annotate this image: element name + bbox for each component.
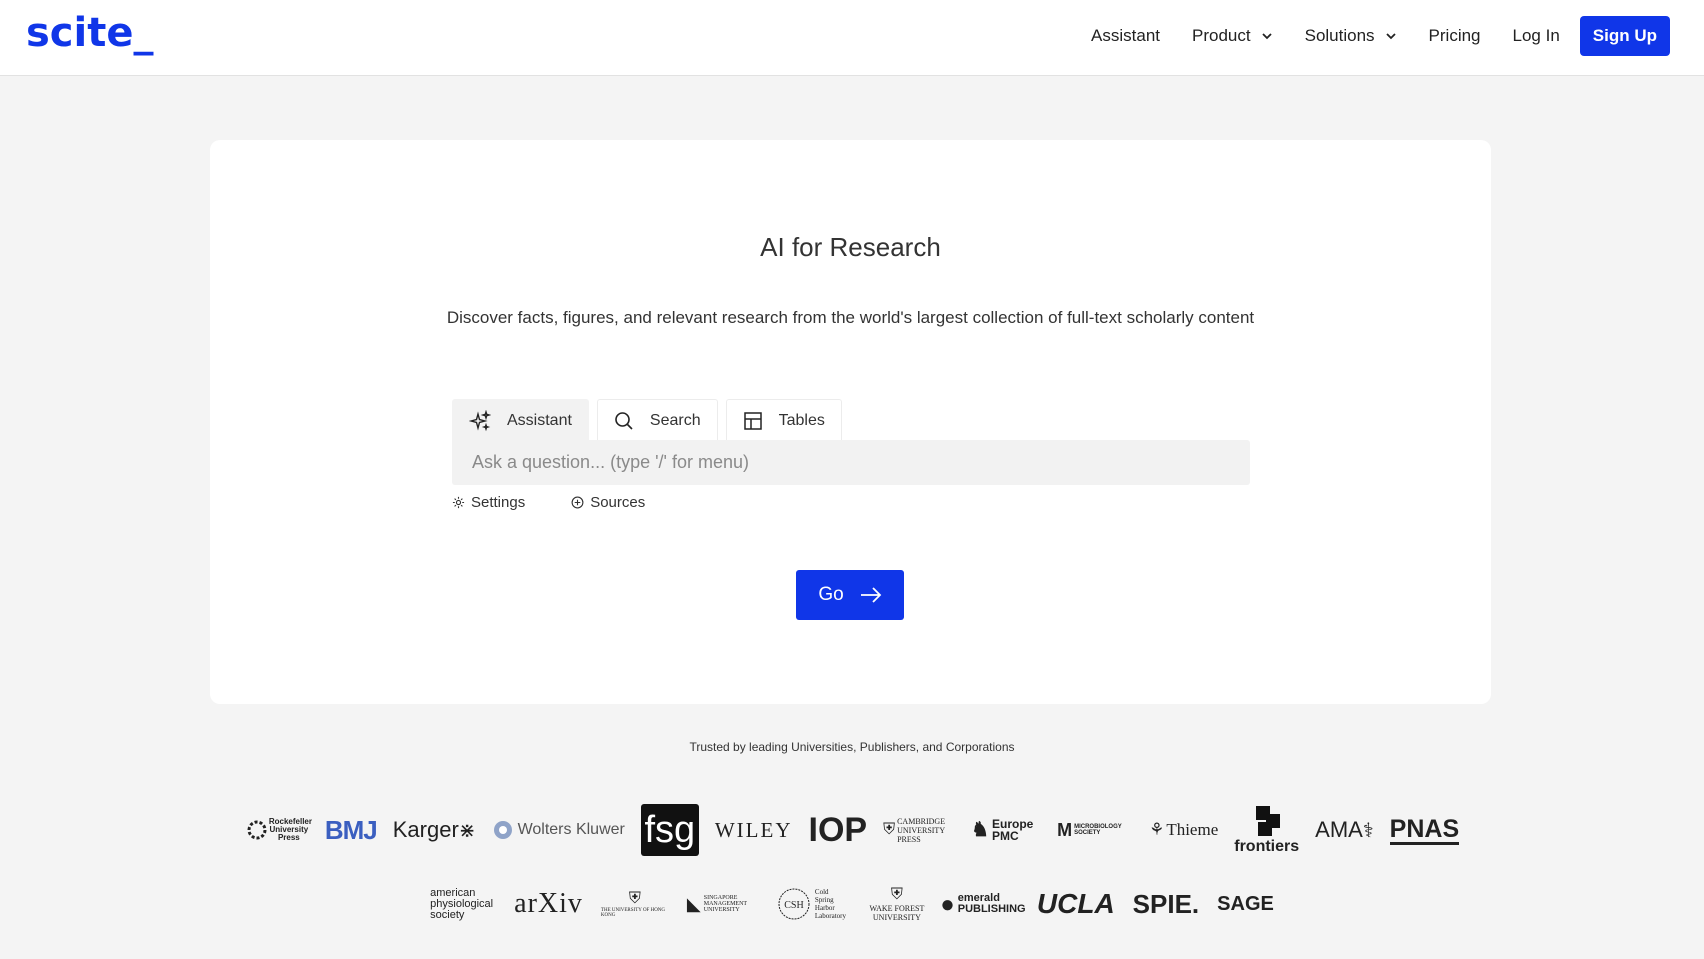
tab-search[interactable]: Search xyxy=(596,399,718,441)
go-button[interactable]: Go xyxy=(796,570,904,620)
logo-fsg: fsg xyxy=(640,804,699,856)
scite-logo[interactable]: scite_ xyxy=(26,10,153,56)
nav-assistant[interactable]: Assistant xyxy=(1091,26,1160,46)
mode-tabs: Assistant Search Tables xyxy=(452,399,842,441)
sparkles-icon xyxy=(469,409,491,431)
arrow-right-icon xyxy=(860,587,881,603)
logo-iop: IOP xyxy=(808,810,868,849)
tab-tables-label: Tables xyxy=(778,411,825,429)
logo-karger: Karger ⋇ xyxy=(392,817,476,842)
settings-label: Settings xyxy=(471,494,526,511)
logo-thieme: ⚘ Thieme xyxy=(1149,820,1219,839)
logo-arxiv: arXiv xyxy=(514,888,583,919)
logo-ama: AMA ⚕ xyxy=(1315,817,1374,842)
trusted-by-text: Trusted by leading Universities, Publish… xyxy=(689,740,1015,754)
logo-bmj: BMJ xyxy=(324,814,378,845)
nav-pricing-label: Pricing xyxy=(1428,26,1481,45)
gear-icon xyxy=(452,496,465,509)
tab-assistant[interactable]: Assistant xyxy=(452,399,589,441)
sources-label: Sources xyxy=(590,494,646,511)
logo-sage: SAGE xyxy=(1217,892,1274,915)
tab-assistant-label: Assistant xyxy=(507,411,572,429)
nav-login[interactable]: Log In xyxy=(1513,26,1560,46)
partner-logos-row-1: Rockefeller University Press BMJ Karger ⋇… xyxy=(0,800,1704,860)
logo-hku: ⛨ THE UNIVERSITY OF HONG KONG xyxy=(600,890,666,918)
logo-wiley: WILEY xyxy=(714,817,793,842)
search-icon xyxy=(615,411,633,430)
logo-microbiology-society: M MICROBIOLOGY SOCIETY xyxy=(1057,819,1122,840)
sources-button[interactable]: Sources xyxy=(571,494,645,511)
page-title: AI for Research xyxy=(760,232,941,262)
main-nav: Assistant Product Solutions Pricing Log … xyxy=(1059,16,1670,56)
chevron-down-icon xyxy=(1385,33,1396,40)
logo-rockefeller: Rockefeller University Press xyxy=(245,818,312,842)
logo-american-physiological-society: american physiological society xyxy=(430,886,494,921)
logo-smu: ◣ SINGAPORE MANAGEMENT UNIVERSITY xyxy=(686,893,747,914)
logo-wolters-kluwer: Wolters Kluwer xyxy=(492,819,625,841)
logo-emerald: ● emerald PUBLISHING xyxy=(940,890,1026,918)
wolters-kluwer-globe-icon xyxy=(493,821,512,839)
logo-europe-pmc: ♞ Europe PMC xyxy=(971,817,1034,843)
logo-cambridge: ⛨ CAMBRIDGE UNIVERSITY PRESS xyxy=(883,816,946,844)
chevron-down-icon xyxy=(1261,33,1272,40)
frontiers-cubes-icon xyxy=(1255,806,1280,836)
plus-circle-icon xyxy=(571,496,584,509)
settings-button[interactable]: Settings xyxy=(452,494,525,511)
hero-card: AI for Research Discover facts, figures,… xyxy=(210,140,1491,704)
cshl-circle-icon: CSH xyxy=(778,888,810,920)
logo-cshl: CSH Cold Spring Harbor Laboratory xyxy=(777,887,847,921)
nav-solutions-label: Solutions xyxy=(1304,26,1375,45)
page-subtitle: Discover facts, figures, and relevant re… xyxy=(446,308,1255,327)
tab-tables[interactable]: Tables xyxy=(725,399,842,441)
table-icon xyxy=(743,411,762,430)
tab-search-label: Search xyxy=(649,411,701,429)
signup-button[interactable]: Sign Up xyxy=(1579,16,1670,56)
nav-pricing[interactable]: Pricing xyxy=(1429,26,1481,46)
go-label: Go xyxy=(818,584,844,605)
svg-text:CSH: CSH xyxy=(784,900,803,911)
logo-spie: SPIE. xyxy=(1132,888,1200,919)
logo-ucla: UCLA xyxy=(1036,888,1115,919)
nav-product-dropdown[interactable]: Product xyxy=(1192,26,1273,46)
logo-wake-forest: ⛨ WAKE FOREST UNIVERSITY xyxy=(869,886,925,922)
nav-solutions-dropdown[interactable]: Solutions xyxy=(1305,26,1397,46)
rockefeller-emblem-icon xyxy=(247,820,267,840)
logo-frontiers: frontiers xyxy=(1234,804,1299,856)
nav-login-label: Log In xyxy=(1512,26,1560,45)
partner-logos-row-2: american physiological society arXiv ⛨ T… xyxy=(0,874,1704,934)
nav-assistant-label: Assistant xyxy=(1091,26,1161,45)
question-input[interactable] xyxy=(452,440,1250,485)
top-navbar: scite_ Assistant Product Solutions Prici… xyxy=(0,0,1704,76)
query-options: Settings Sources xyxy=(452,494,645,511)
nav-product-label: Product xyxy=(1192,26,1251,45)
logo-pnas: PNAS xyxy=(1389,814,1460,845)
